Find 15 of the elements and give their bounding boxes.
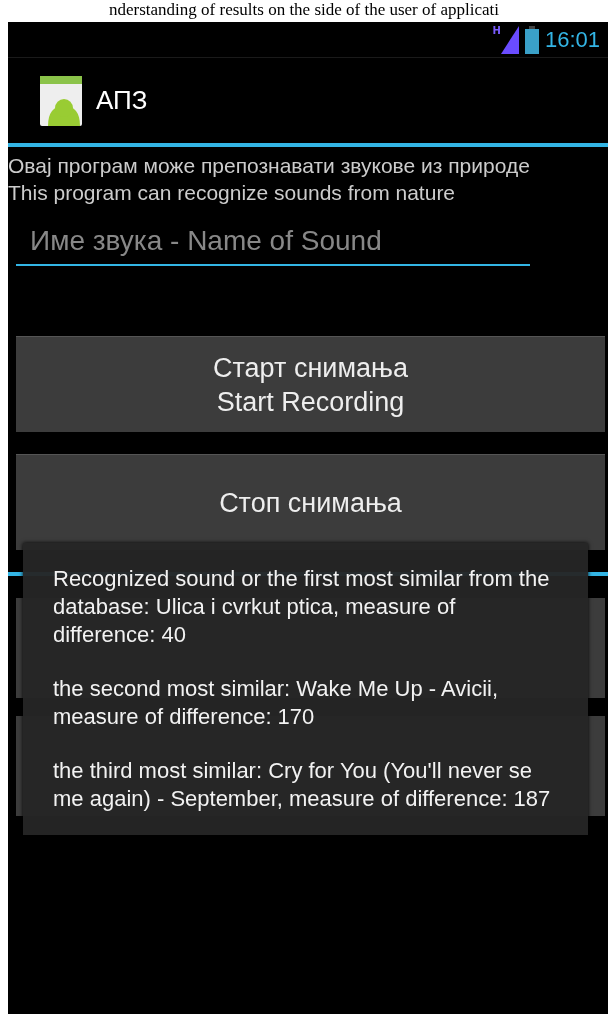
android-app-icon [40, 75, 82, 126]
network-type: H [492, 25, 501, 36]
result-message: Recognized sound or the first most similar from the database: Ulica i cvrkut ptica, measure of difference: 40 [53, 565, 551, 649]
recording-button[interactable]: Старт снимања Start Recording [16, 336, 605, 432]
signal-icon [500, 25, 519, 54]
battery-icon [524, 25, 539, 54]
caption-text: nderstanding of results on the side of the user of applicati [108, 0, 500, 20]
sound-name-field[interactable]: Име звука - Name of Sound [16, 218, 530, 266]
clock: 16:01 [544, 26, 600, 53]
description-text: This program can recognize sounds from nature [8, 180, 457, 206]
result-message: the third most similar: Cry for You (You'll never se me again) - September, measure of difference: 187 [53, 757, 552, 813]
description-text: Овај програм може препознавати звукове из природе [8, 153, 531, 179]
app-title: АПЗ [96, 85, 148, 116]
recording-button[interactable]: Стоп снимања [16, 454, 605, 550]
result-message: the second most similar: Wake Me Up - Avicii, measure of difference: 170 [53, 675, 500, 731]
